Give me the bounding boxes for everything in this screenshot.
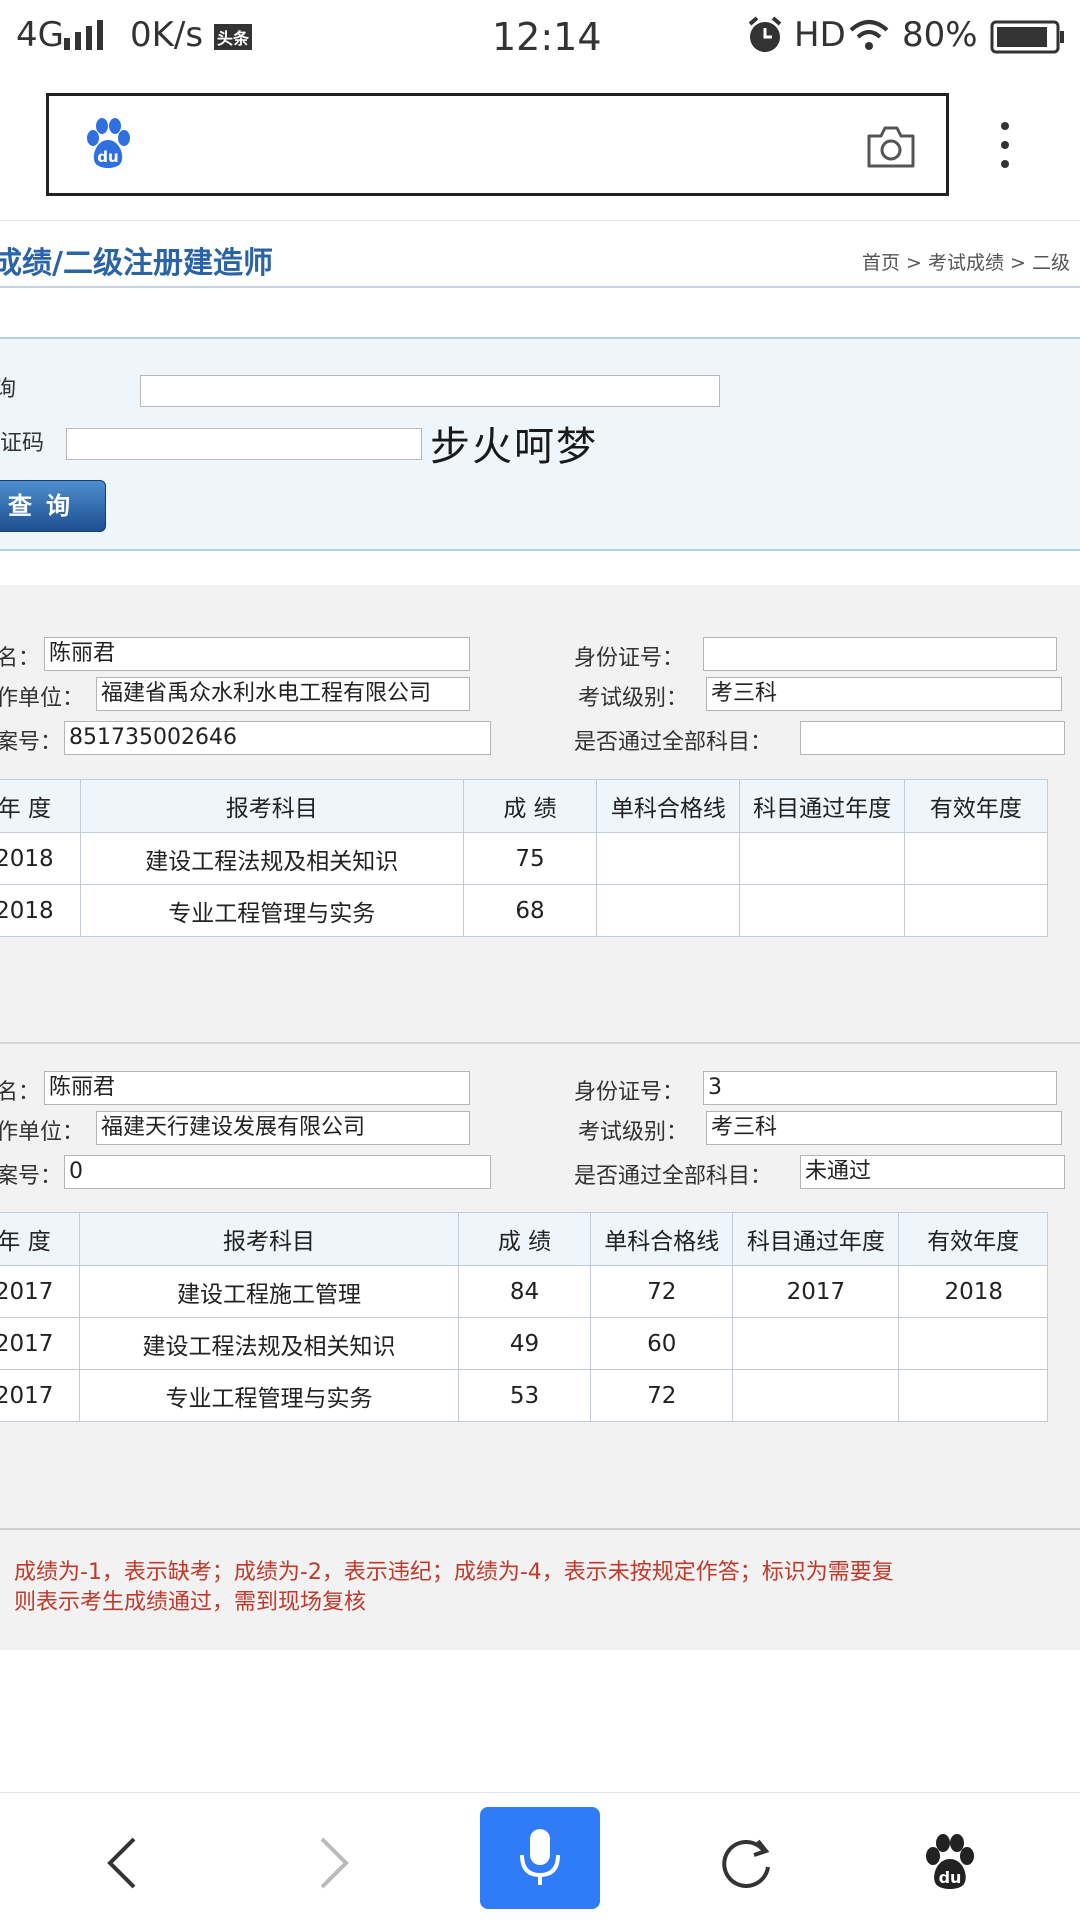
app-badge: 头条 (214, 24, 253, 50)
breadcrumb[interactable]: 首页 > 考试成绩 > 二级 (862, 248, 1070, 275)
battery-icon (990, 20, 1064, 54)
captcha-input[interactable] (66, 428, 422, 460)
table-row: 2017 建设工程施工管理 84 72 2017 2018 (0, 1265, 1048, 1318)
note-line-1: 成绩为-1，表示缺考；成绩为-2，表示违纪；成绩为-4，表示未按规定作答；标识为… (14, 1560, 894, 1585)
file-no-label: 案号： (0, 1164, 63, 1189)
level-field: 考三科 (706, 677, 1062, 711)
name-label: 名： (0, 646, 41, 671)
table-row: 2018 专业工程管理与实务 68 (0, 884, 1049, 937)
forward-icon[interactable] (284, 1813, 384, 1913)
col-subject: 报考科目 (79, 779, 464, 833)
id-label: 身份证号： (574, 1080, 685, 1105)
col-year: 年 度 (0, 1212, 81, 1266)
file-no-field: 851735002646 (64, 721, 491, 755)
wifi-icon (849, 20, 889, 50)
note-line-2: 则表示考生成绩通过，需到现场复核 (14, 1590, 367, 1615)
score-table-2: 年 度 报考科目 成 绩 单科合格线 科目通过年度 有效年度 2017 建设工程… (0, 1212, 1048, 1422)
table-header-row: 年 度 报考科目 成 绩 单科合格线 科目通过年度 有效年度 (0, 779, 1049, 833)
clock: 12:14 (492, 15, 602, 59)
query-button[interactable]: 查询 (0, 480, 106, 532)
employer-field: 福建天行建设发展有限公司 (96, 1111, 470, 1145)
table-header-row: 年 度 报考科目 成 绩 单科合格线 科目通过年度 有效年度 (0, 1212, 1048, 1266)
employer-label: 作单位： (0, 1120, 85, 1145)
microphone-icon (520, 1829, 560, 1885)
hd-indicator: HD (794, 15, 846, 55)
record-section-2: 名： 陈丽君 身份证号： 3 作单位： 福建天行建设发展有限公司 考试级别： 考… (0, 1042, 1080, 1530)
more-vertical-icon[interactable] (995, 120, 1015, 174)
query-panel: 询 证码 步火呵梦 查询 (0, 337, 1080, 551)
col-subject: 报考科目 (79, 1212, 459, 1266)
id-label: 身份证号： (574, 646, 685, 671)
bottom-nav: du (0, 1792, 1080, 1921)
level-field: 考三科 (706, 1111, 1062, 1145)
baidu-home-icon[interactable]: du (900, 1813, 1000, 1913)
name-field: 陈丽君 (44, 1071, 470, 1105)
alarm-icon (748, 16, 782, 52)
signal-icon (64, 20, 103, 50)
col-score: 成 绩 (457, 1212, 592, 1266)
col-score: 成 绩 (462, 779, 598, 833)
name-label: 名： (0, 1080, 41, 1105)
level-label: 考试级别： (578, 686, 689, 711)
col-pass-line: 单科合格线 (596, 779, 741, 833)
network-type: 4G (16, 15, 64, 55)
id-field: 3 (703, 1071, 1057, 1105)
camera-icon[interactable] (865, 124, 917, 174)
col-pass-year: 科目通过年度 (732, 1212, 900, 1266)
status-bar: 4G 0K/s 头条 12:14 HD 80% (0, 0, 1080, 75)
svg-text:du: du (939, 1868, 962, 1887)
table-row: 2018 建设工程法规及相关知识 75 (0, 832, 1049, 885)
voice-search-button[interactable] (480, 1807, 600, 1909)
battery-percent: 80% (902, 15, 978, 55)
col-valid-year: 有效年度 (903, 779, 1049, 833)
back-icon[interactable] (72, 1813, 172, 1913)
file-no-field: 0 (64, 1155, 491, 1189)
pass-all-field: 未通过 (800, 1155, 1065, 1189)
captcha-label: 证码 (0, 431, 45, 456)
col-pass-year: 科目通过年度 (739, 779, 905, 833)
address-bar[interactable]: du (46, 93, 949, 196)
refresh-icon[interactable] (696, 1813, 796, 1913)
query-field-label: 询 (0, 371, 16, 403)
score-note: 成绩为-1，表示缺考；成绩为-2，表示违纪；成绩为-4，表示未按规定作答；标识为… (0, 1528, 1080, 1650)
level-label: 考试级别： (578, 1120, 689, 1145)
pass-all-label: 是否通过全部科目： (574, 730, 773, 755)
id-field (703, 637, 1057, 671)
employer-label: 作单位： (0, 686, 85, 711)
baidu-paw-icon: du (83, 118, 133, 174)
name-field: 陈丽君 (44, 637, 470, 671)
network-speed: 0K/s (130, 15, 204, 55)
employer-field: 福建省禹众水利水电工程有限公司 (96, 677, 470, 711)
col-pass-line: 单科合格线 (590, 1212, 734, 1266)
table-row: 2017 专业工程管理与实务 53 72 (0, 1369, 1048, 1422)
col-year: 年 度 (0, 779, 81, 833)
table-row: 2017 建设工程法规及相关知识 49 60 (0, 1317, 1048, 1370)
page-content: 成绩/二级注册建造师 首页 > 考试成绩 > 二级 询 证码 步火呵梦 查询 名… (0, 220, 1080, 1650)
captcha-image[interactable]: 步火呵梦 (430, 414, 598, 472)
page-title: 成绩/二级注册建造师 (0, 246, 273, 281)
pass-all-label: 是否通过全部科目： (574, 1164, 773, 1189)
file-no-label: 案号： (0, 730, 63, 755)
pass-all-field (800, 721, 1065, 755)
score-table-1: 年 度 报考科目 成 绩 单科合格线 科目通过年度 有效年度 2018 建设工程… (0, 779, 1049, 937)
col-valid-year: 有效年度 (898, 1212, 1048, 1266)
query-input[interactable] (140, 375, 720, 407)
svg-text:du: du (97, 148, 118, 166)
